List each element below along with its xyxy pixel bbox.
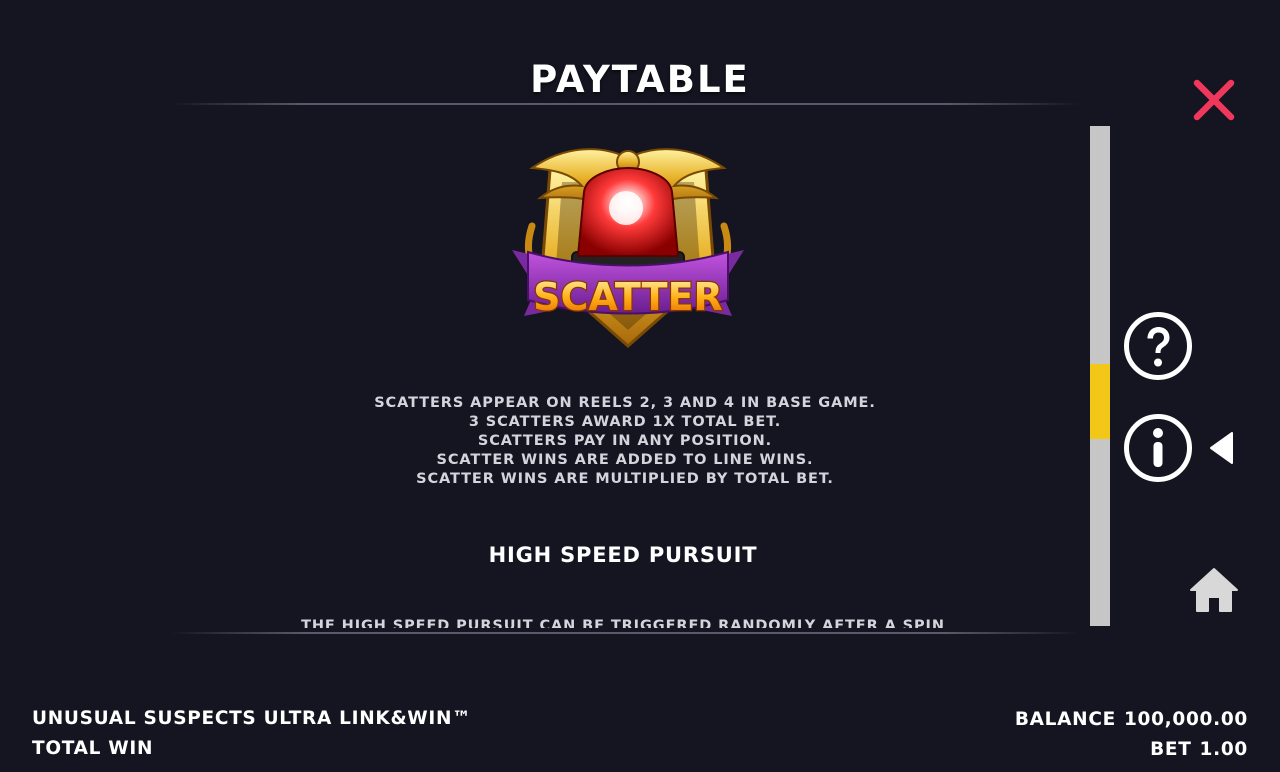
- close-icon[interactable]: [1188, 74, 1240, 126]
- total-win-label: TOTAL WIN: [32, 738, 154, 759]
- scrollbar-thumb[interactable]: [1090, 364, 1110, 439]
- footer-right: BALANCE 100,000.00 BET 1.00: [1015, 705, 1248, 765]
- section-text: THE HIGH SPEED PURSUIT CAN BE TRIGGERED …: [301, 618, 945, 628]
- section-title: HIGH SPEED PURSUIT: [488, 543, 758, 567]
- rule-line: SCATTERS APPEAR ON REELS 2, 3 AND 4 IN B…: [374, 395, 876, 411]
- active-arrow-icon: [1210, 432, 1233, 464]
- balance-value: 100,000.00: [1123, 709, 1248, 730]
- balance-row: BALANCE 100,000.00: [1015, 705, 1248, 735]
- help-icon[interactable]: [1123, 311, 1193, 381]
- game-title: UNUSUAL SUSPECTS ULTRA LINK&WIN™: [32, 708, 472, 729]
- svg-text:SCATTER: SCATTER: [533, 275, 723, 319]
- home-icon[interactable]: [1188, 566, 1240, 614]
- paytable-content[interactable]: SCATTER SCATTERS APPEAR ON REELS 2, 3 AN…: [170, 108, 1080, 628]
- footer-left: UNUSUAL SUSPECTS ULTRA LINK&WIN™ TOTAL W…: [32, 704, 471, 764]
- title-divider: [170, 103, 1080, 105]
- bet-label: BET: [1150, 739, 1192, 760]
- rule-line: SCATTER WINS ARE MULTIPLIED BY TOTAL BET…: [416, 471, 834, 487]
- paytable-screen: PAYTABLE SCATTER SCATTERS APPEAR ON REEL…: [0, 0, 1280, 772]
- rule-line: SCATTER WINS ARE ADDED TO LINE WINS.: [436, 452, 814, 468]
- bet-value: 1.00: [1199, 739, 1248, 760]
- content-divider: [170, 632, 1080, 634]
- scatter-rules: SCATTERS APPEAR ON REELS 2, 3 AND 4 IN B…: [170, 394, 1080, 489]
- balance-label: BALANCE: [1014, 709, 1116, 730]
- page-title: PAYTABLE: [530, 58, 750, 101]
- bet-row: BET 1.00: [1015, 735, 1248, 765]
- info-icon[interactable]: [1123, 413, 1193, 483]
- scatter-siren-icon: SCATTER: [512, 148, 744, 348]
- rule-line: SCATTERS PAY IN ANY POSITION.: [477, 433, 773, 449]
- scrollbar-track[interactable]: [1090, 126, 1110, 626]
- rule-line: 3 SCATTERS AWARD 1X TOTAL BET.: [468, 414, 782, 430]
